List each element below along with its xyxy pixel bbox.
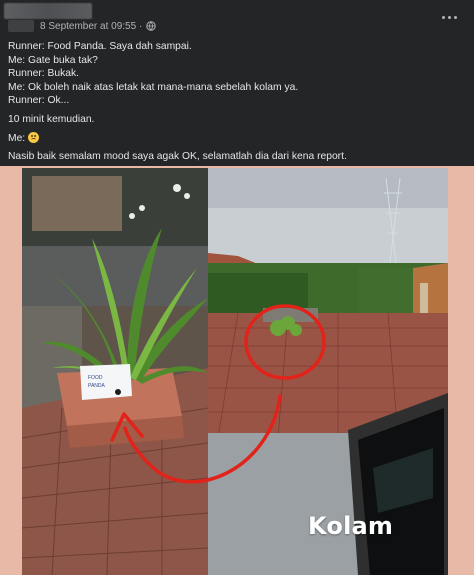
post-timestamp[interactable]: 8 September at 09:55 ·: [40, 21, 142, 32]
closing-line: Nasib baik semalam mood saya agak OK, se…: [8, 151, 347, 163]
chat-line: Runner: Food Panda. Saya dah sampai.: [8, 41, 192, 52]
followup-line: 10 minit kemudian.: [8, 113, 95, 125]
pond-caption: Kolam: [308, 512, 394, 540]
chat-line: Me: Ok boleh naik atas letak kat mana-ma…: [8, 81, 299, 93]
left-photo-parcel: FOOD PANDA: [22, 168, 208, 575]
sad-face-emoji-icon: [28, 131, 40, 143]
post-text: Runner: Food Panda. Saya dah sampai. Me:…: [8, 40, 448, 164]
more-options-icon[interactable]: [438, 12, 460, 22]
chat-line: Runner: Ok...: [8, 95, 70, 107]
parcel-scene-illustration: FOOD PANDA: [22, 168, 208, 575]
post-header: 8 September at 09:55 ·: [0, 0, 474, 34]
redacted-avatar: [8, 20, 34, 32]
post-meta: 8 September at 09:55 ·: [8, 18, 156, 34]
me-label: Me:: [8, 132, 26, 144]
svg-text:FOOD: FOOD: [88, 375, 103, 381]
chat-line: Runner: Bukak.: [8, 68, 79, 80]
chat-line: Me: Gate buka tak?: [8, 54, 98, 66]
author-name-redacted: [4, 3, 92, 19]
svg-text:PANDA: PANDA: [88, 383, 106, 389]
globe-icon: [146, 21, 156, 31]
me-reaction-line: Me:: [8, 131, 448, 146]
